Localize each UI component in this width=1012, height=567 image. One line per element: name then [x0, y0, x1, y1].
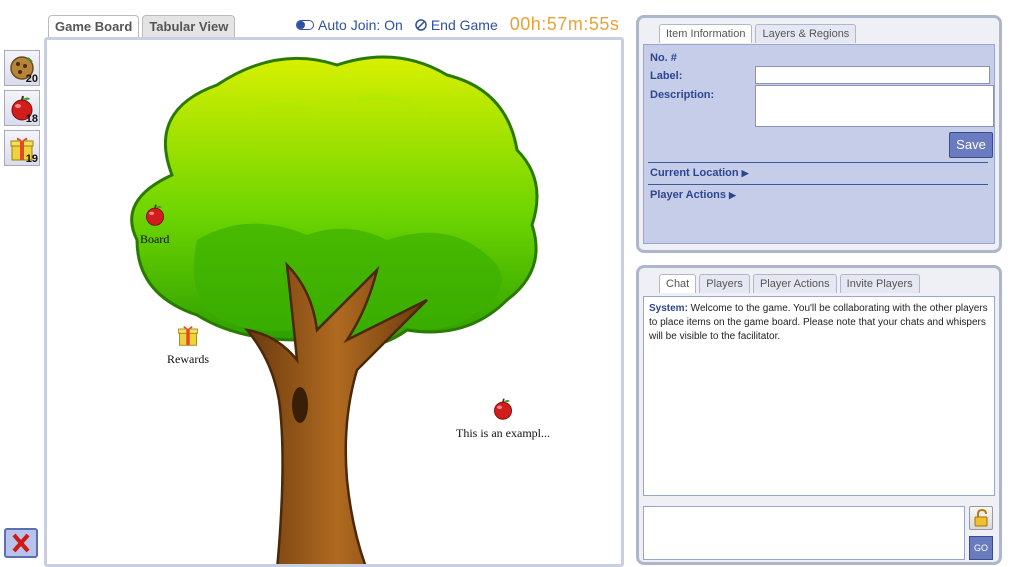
- item-palette: 20 18 19: [4, 50, 42, 170]
- marker-label: This is an exampl...: [456, 426, 550, 440]
- toggle-icon: [296, 19, 314, 30]
- save-button[interactable]: Save: [949, 132, 993, 158]
- ban-icon: [415, 18, 427, 31]
- player-actions-expander[interactable]: Player Actions ▶: [650, 189, 736, 201]
- lock-icon: [974, 508, 988, 527]
- game-timer: 00h:57m:55s: [509, 14, 620, 34]
- description-field-label: Description:: [650, 89, 715, 101]
- board-marker[interactable]: Board: [140, 203, 169, 247]
- whisper-lock-button[interactable]: [969, 506, 993, 530]
- message-sender: System:: [649, 303, 688, 314]
- delete-button[interactable]: [4, 528, 38, 558]
- chat-panel: Chat Players Player Actions Invite Playe…: [636, 265, 1002, 565]
- chat-input[interactable]: [643, 506, 965, 560]
- divider: [648, 162, 988, 163]
- info-tabs: Item Information Layers & Regions: [659, 24, 857, 43]
- send-button[interactable]: GO: [969, 536, 993, 560]
- palette-item-apple[interactable]: 18: [4, 90, 40, 126]
- info-body: No. # Label: Description: Save Current L…: [643, 44, 995, 244]
- board-marker[interactable]: This is an exampl...: [456, 397, 550, 441]
- palette-count: 19: [25, 153, 38, 165]
- chat-tabs: Chat Players Player Actions Invite Playe…: [659, 274, 920, 293]
- board-marker[interactable]: Rewards: [167, 323, 209, 367]
- game-controls: Auto Join: On End Game 00h:57m:55s: [296, 14, 619, 35]
- gift-icon: [178, 326, 198, 346]
- tab-invite-players[interactable]: Invite Players: [839, 274, 920, 293]
- close-icon: [12, 533, 30, 553]
- game-board[interactable]: Board Rewards This is an exampl...: [44, 37, 624, 567]
- tab-item-information[interactable]: Item Information: [659, 24, 753, 43]
- tab-players[interactable]: Players: [699, 274, 750, 293]
- marker-label: Rewards: [167, 352, 209, 366]
- palette-count: 18: [25, 113, 38, 125]
- tab-player-actions[interactable]: Player Actions: [752, 274, 837, 293]
- tab-tabular-view[interactable]: Tabular View: [142, 15, 236, 39]
- tab-chat[interactable]: Chat: [659, 274, 697, 293]
- tree-image: [130, 55, 539, 564]
- label-field-label: Label:: [650, 70, 683, 82]
- tab-game-board[interactable]: Game Board: [48, 15, 140, 39]
- current-location-expander[interactable]: Current Location ▶: [650, 167, 749, 179]
- auto-join-label: Auto Join: On: [318, 16, 403, 33]
- end-game-button[interactable]: End Game: [415, 17, 498, 33]
- palette-item-cookie[interactable]: 20: [4, 50, 40, 86]
- label-input[interactable]: [755, 66, 990, 84]
- player-actions-label: Player Actions: [650, 189, 727, 201]
- board-tabs: Game Board Tabular View: [48, 15, 236, 39]
- marker-label: Board: [140, 232, 170, 246]
- palette-count: 20: [25, 73, 38, 85]
- expand-arrow-icon: ▶: [741, 168, 749, 178]
- chat-log[interactable]: System: Welcome to the game. You'll be c…: [643, 296, 995, 496]
- description-textarea[interactable]: [755, 85, 994, 127]
- item-number: No. #: [650, 52, 677, 64]
- end-game-label: End Game: [430, 16, 498, 33]
- apple-icon: [493, 398, 512, 420]
- auto-join-toggle[interactable]: Auto Join: On: [296, 17, 403, 33]
- palette-item-gift[interactable]: 19: [4, 130, 40, 166]
- apple-icon: [145, 204, 164, 226]
- expand-arrow-icon: ▶: [729, 190, 736, 200]
- item-information-panel: Item Information Layers & Regions No. # …: [636, 15, 1002, 253]
- divider: [648, 184, 988, 185]
- message-text: Welcome to the game. You'll be collabora…: [649, 303, 988, 342]
- current-location-label: Current Location: [650, 167, 739, 179]
- tab-layers-regions[interactable]: Layers & Regions: [755, 24, 857, 43]
